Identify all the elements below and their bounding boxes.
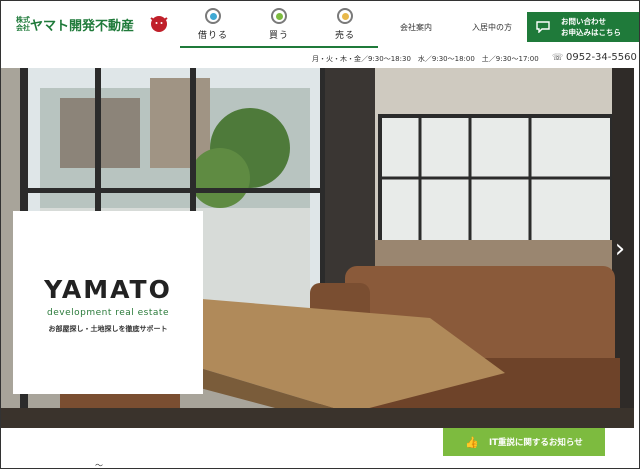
screenshot-border bbox=[0, 0, 640, 469]
